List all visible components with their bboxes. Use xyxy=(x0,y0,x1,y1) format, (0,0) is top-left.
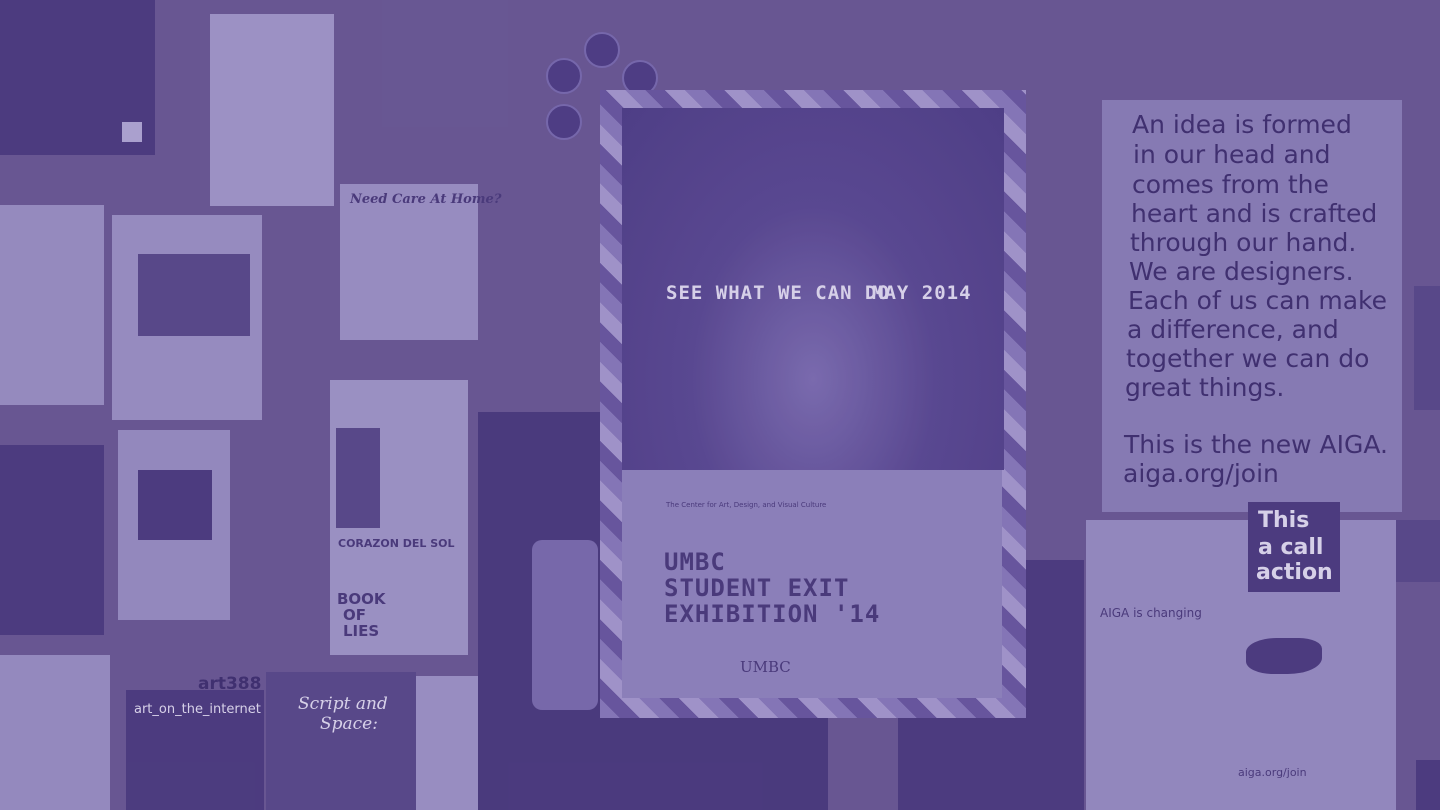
round-sign xyxy=(532,540,598,710)
silhouette-image xyxy=(138,470,212,540)
book-line-3: LIES xyxy=(343,622,380,640)
right-bottom-scrap xyxy=(1396,520,1440,582)
aiga-line-1: An idea is formed xyxy=(1132,110,1352,139)
poster-tagline: SEE WHAT WE CAN DO xyxy=(666,282,890,304)
bulletin-board-photo: Need Care At Home? CORAZON DEL SOL BOOK … xyxy=(0,0,1440,810)
tree-image xyxy=(336,428,380,528)
art-code: art388 xyxy=(198,674,262,694)
call-line-1: This xyxy=(1258,508,1310,533)
poster-org: The Center for Art, Design, and Visual C… xyxy=(666,501,827,509)
cross-icon xyxy=(584,32,620,68)
aiga-line-9: together we can do xyxy=(1126,344,1370,373)
flower-flyer xyxy=(0,205,104,405)
document-flyer xyxy=(210,14,334,206)
aiga-line-10: great things. xyxy=(1125,373,1285,402)
care-flyer-title: Need Care At Home? xyxy=(350,192,502,207)
poster-date: MAY 2014 xyxy=(872,282,972,304)
aiga-line-6: We are designers. xyxy=(1129,257,1354,286)
usa-map xyxy=(1246,638,1322,674)
poster-title-line-1: UMBC xyxy=(664,548,726,576)
bottom-left-sheet xyxy=(0,655,110,810)
right-bottom-dark xyxy=(1416,760,1440,810)
call-footer-url: aiga.org/join xyxy=(1238,766,1307,779)
pill-icon xyxy=(546,58,582,94)
dark-flyer xyxy=(0,445,104,635)
call-line-2: a call xyxy=(1258,535,1324,560)
script-line-2: Space: xyxy=(320,714,378,734)
aiga-line-2: in our head and xyxy=(1133,140,1331,169)
qr-code xyxy=(122,122,142,142)
art-title: art_on_the_internet xyxy=(134,702,261,717)
right-edge-flyer xyxy=(1414,286,1440,410)
poster-title-line-2: STUDENT EXIT xyxy=(664,574,850,602)
poster-footer-logo: UMBC xyxy=(740,658,791,676)
aiga-line-8: a difference, and xyxy=(1127,315,1339,344)
aiga-line-3: comes from the xyxy=(1132,170,1329,199)
aiga-line-7: Each of us can make xyxy=(1128,286,1388,315)
poster-title-line-3: EXHIBITION '14 xyxy=(664,600,881,628)
bandage-icon xyxy=(546,104,582,140)
corazon-title: CORAZON DEL SOL xyxy=(338,537,455,550)
photo-flyer-image xyxy=(138,254,250,336)
aiga-line-4: heart and is crafted xyxy=(1131,199,1378,228)
aiga-closing: This is the new AIGA. xyxy=(1124,430,1389,459)
aiga-line-5: through our hand. xyxy=(1130,228,1357,257)
call-line-3: action xyxy=(1256,560,1333,585)
call-changing: AIGA is changing xyxy=(1100,606,1202,620)
script-flyer xyxy=(266,672,416,810)
aiga-url: aiga.org/join xyxy=(1123,459,1279,488)
script-line-1: Script and xyxy=(298,694,388,714)
care-flyer xyxy=(340,184,478,340)
